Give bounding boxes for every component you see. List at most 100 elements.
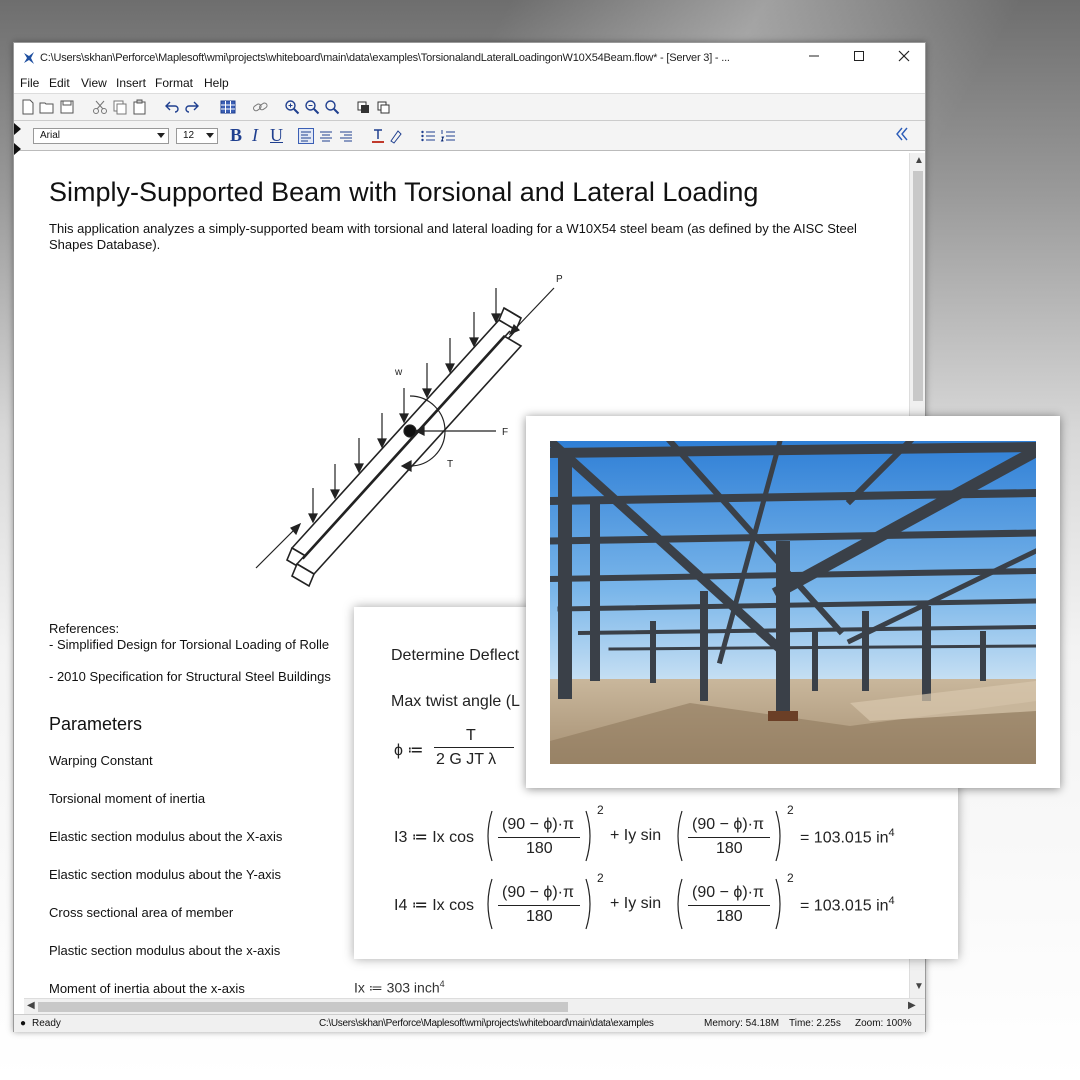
steel-frame-photo	[550, 441, 1036, 764]
zoom-out-icon[interactable]	[304, 99, 320, 115]
app-logo-icon	[24, 52, 34, 64]
right-paren-icon	[585, 878, 591, 930]
italic-button[interactable]: I	[252, 125, 258, 146]
status-zoom: Zoom: 100%	[855, 1018, 912, 1029]
font-size-select[interactable]: 12	[176, 128, 218, 144]
i3-fraction-bar	[688, 837, 770, 838]
parameter-label: Elastic section modulus about the X-axis	[49, 829, 283, 844]
scroll-right-icon[interactable]: ▶	[908, 1000, 916, 1011]
bullet-list-icon[interactable]	[420, 128, 436, 144]
phi-numerator: T	[466, 727, 476, 744]
font-family-select[interactable]: Arial	[33, 128, 169, 144]
numbered-list-icon[interactable]	[440, 128, 456, 144]
minimize-icon	[809, 55, 819, 57]
paste-icon[interactable]	[132, 99, 148, 115]
menu-file[interactable]: File	[20, 76, 39, 90]
i3-numerator: (90 − ϕ)·π	[692, 816, 765, 833]
reference-item: - Simplified Design for Torsional Loadin…	[49, 637, 330, 652]
cut-icon[interactable]	[92, 99, 108, 115]
menu-edit[interactable]: Edit	[49, 76, 70, 90]
beam-loading-diagram: P w F T	[255, 274, 563, 588]
collapse-palette-button[interactable]	[895, 125, 909, 146]
horizontal-scrollbar[interactable]: ◀ ▶	[24, 998, 925, 1014]
i3-denominator: 180	[526, 840, 553, 857]
expand-left-arrow-icon[interactable]	[14, 123, 21, 135]
parameter-label: Elastic section modulus about the Y-axis	[49, 867, 281, 882]
main-toolbar	[14, 93, 925, 121]
i3-result: = 103.015 in4	[800, 827, 895, 847]
parameter-label: Torsional moment of inertia	[49, 791, 206, 806]
reference-item: - 2010 Specification for Structural Stee…	[49, 669, 331, 684]
references-heading: References:	[49, 621, 120, 636]
title-bar: C:\Users\skhan\Perforce\Maplesoft\wmi\pr…	[14, 43, 925, 73]
i4-fraction-bar	[688, 905, 770, 906]
copy-icon[interactable]	[112, 99, 128, 115]
scroll-left-icon[interactable]: ◀	[27, 1000, 35, 1011]
undo-icon[interactable]	[164, 99, 180, 115]
status-dot-icon: ●	[20, 1018, 27, 1029]
highlight-pen-icon[interactable]	[388, 128, 404, 144]
double-chevron-left-icon	[896, 127, 908, 141]
underline-button[interactable]: U	[270, 125, 283, 146]
i3-fraction-bar	[498, 837, 580, 838]
ix-formula-text: Ix ≔ 303 inch	[354, 979, 440, 996]
ix-formula[interactable]: Ix ≔ 303 inch4	[354, 979, 445, 997]
align-left-icon[interactable]	[298, 128, 314, 144]
document-intro: This application analyzes a simply-suppo…	[49, 221, 857, 252]
right-paren-icon	[775, 878, 781, 930]
ix-formula-exponent: 4	[439, 979, 445, 989]
i3-lhs: I3 ≔ Ix cos	[394, 829, 475, 846]
open-folder-icon[interactable]	[39, 99, 55, 115]
hyperlink-icon[interactable]	[252, 99, 268, 115]
redo-icon[interactable]	[184, 99, 200, 115]
phi-denominator: 2 G JT λ	[436, 751, 497, 768]
zoom-in-icon[interactable]	[284, 99, 300, 115]
menu-insert[interactable]: Insert	[116, 76, 146, 90]
chevron-down-icon	[206, 133, 214, 138]
i3-exponent: 2	[597, 803, 604, 817]
i4-result: = 103.015 in4	[800, 895, 895, 915]
align-center-icon[interactable]	[318, 128, 334, 144]
vertical-scroll-thumb[interactable]	[913, 171, 923, 401]
i3-result-value: = 103.015 in	[800, 829, 889, 847]
execute-all-icon[interactable]	[376, 99, 392, 115]
window-title: C:\Users\skhan\Perforce\Maplesoft\wmi\pr…	[40, 52, 730, 64]
table-icon[interactable]	[220, 99, 236, 115]
maximize-button[interactable]	[839, 47, 879, 69]
text-color-icon[interactable]	[370, 128, 386, 144]
horizontal-scroll-thumb[interactable]	[38, 1002, 568, 1012]
i4-denominator: 180	[526, 908, 553, 925]
scroll-up-icon[interactable]: ▲	[914, 155, 924, 166]
i4-lhs: I4 ≔ Ix cos	[394, 897, 475, 914]
i4-exponent: 2	[597, 871, 604, 885]
photo-card	[526, 416, 1060, 788]
i3-exponent: 2	[787, 803, 794, 817]
font-size-value: 12	[183, 130, 195, 141]
bold-button[interactable]: B	[230, 125, 242, 146]
zoom-reset-icon[interactable]	[324, 99, 340, 115]
execute-icon[interactable]	[356, 99, 372, 115]
expand-left-arrow-icon[interactable]	[14, 143, 21, 155]
menu-view[interactable]: View	[81, 76, 107, 90]
save-icon[interactable]	[59, 99, 75, 115]
chevron-down-icon	[157, 133, 165, 138]
status-bar: ● Ready C:\Users\skhan\Perforce\Maplesof…	[14, 1014, 925, 1032]
close-button[interactable]	[884, 47, 924, 69]
i3-denominator: 180	[716, 840, 743, 857]
parameter-label: Warping Constant	[49, 753, 153, 768]
deflection-heading: Determine Deflect	[391, 647, 520, 664]
new-document-icon[interactable]	[20, 99, 36, 115]
references-section: References: - Simplified Design for Tors…	[49, 621, 331, 685]
font-family-value: Arial	[40, 130, 61, 141]
align-right-icon[interactable]	[338, 128, 354, 144]
label-w: w	[394, 367, 403, 378]
status-path: C:\Users\skhan\Perforce\Maplesoft\wmi\pr…	[319, 1018, 654, 1029]
parameters-heading: Parameters	[49, 714, 143, 734]
scroll-down-icon[interactable]: ▼	[914, 981, 924, 992]
menu-format[interactable]: Format	[155, 76, 193, 90]
i3-mid: + Iy sin	[610, 827, 662, 844]
menu-help[interactable]: Help	[204, 76, 229, 90]
left-paren-icon	[487, 810, 493, 862]
minimize-button[interactable]	[794, 47, 834, 69]
i4-numerator: (90 − ϕ)·π	[692, 884, 765, 901]
